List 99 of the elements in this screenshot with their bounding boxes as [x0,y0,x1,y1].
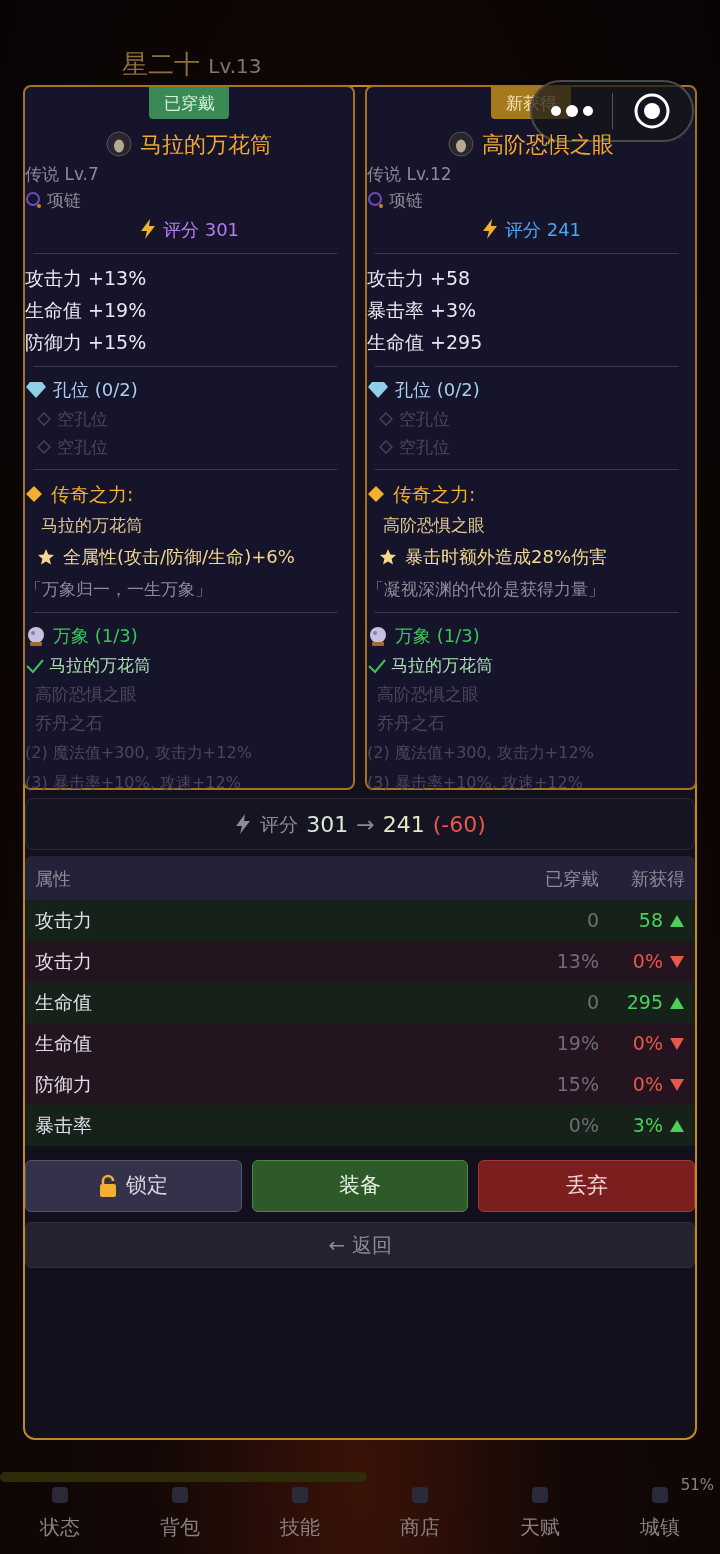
new-score: 241 [382,810,425,839]
necklace-icon [25,191,43,209]
item-name: 马拉的万花筒 [140,130,272,159]
close-target-icon[interactable] [633,92,672,130]
crystal-ball-icon [367,625,389,647]
legend-effect: 全属性(攻击/防御/生命)+6% [63,545,295,569]
sockets-title: 孔位 (0/2) [395,378,480,402]
table-cell-text: 0% [632,949,663,975]
nav-tab[interactable]: 商店 [370,1484,470,1554]
diamond-outline-icon [37,412,51,426]
table-cell-text: 0% [632,1072,663,1098]
diamond-outline-icon [37,440,51,454]
stat-line: 防御力 +15% [25,330,148,355]
pendant-icon [448,131,474,157]
star-icon [379,548,397,566]
diamond-outline-icon [379,412,393,426]
status-badge: 已穿戴 [149,87,229,119]
table-cell-text: 0% [632,1031,663,1057]
up-triangle-icon [669,995,685,1010]
item-score: 评分 241 [504,217,582,242]
page-title: 星二十 Lv.13 [122,48,262,81]
rarity-level: 传说 Lv.7 [25,163,100,186]
tab-icon [169,1484,191,1506]
old-score: 301 [306,810,349,839]
discard-button[interactable]: 丢弃 [478,1160,695,1212]
diamond-outline-icon [379,440,393,454]
score-diff: (-60) [432,810,486,839]
rarity-level: 传说 Lv.12 [367,163,453,186]
sockets-title: 孔位 (0/2) [53,378,138,402]
lightning-icon [234,813,253,835]
table-cell-text: 3% [632,1113,663,1139]
table-cell-text: 生命值 [35,990,93,1016]
lightning-icon [138,218,157,240]
necklace-icon [367,191,385,209]
stat-line: 暴击率 +3% [367,298,478,323]
stat-line: 攻击力 +13% [25,266,148,291]
set-piece: 马拉的万花筒 [49,654,151,677]
star-icon [37,548,55,566]
nav-tab[interactable]: 技能 [250,1484,350,1554]
legend-effect: 暴击时额外造成28%伤害 [405,545,607,569]
table-cell-text: 攻击力 [35,949,93,975]
item-quote: 「凝视深渊的代价是获得力量」 [367,578,606,601]
item-name: 高阶恐惧之眼 [482,130,614,159]
item-score: 评分 301 [162,217,240,242]
table-cell-text: 防御力 [35,1072,93,1098]
diamond-icon [25,485,43,503]
pendant-icon [106,131,132,157]
up-triangle-icon [669,1118,685,1133]
arrow-text: → [356,810,375,839]
table-cell-text: 暴击率 [35,1113,93,1139]
nav-tab[interactable]: 状态 [10,1484,110,1554]
stat-line: 生命值 +295 [367,330,484,355]
set-title: 万象 (1/3) [395,624,480,648]
tab-icon [289,1484,311,1506]
legend-title: 传奇之力: [393,482,476,507]
legend-name: 马拉的万花筒 [40,514,144,537]
down-triangle-icon [669,954,685,969]
table-cell-text: 生命值 [35,1031,93,1057]
slot-label: 项链 [47,189,81,212]
item-quote: 「万象归一，一生万象」 [25,578,213,601]
padlock-icon [98,1174,119,1198]
table-cell-text: 295 [626,990,663,1016]
back-button[interactable]: ← 返回 [25,1222,695,1268]
table-cell-text: 0% [567,1113,599,1139]
xp-percent: 51% [680,1475,714,1496]
table-cell-text: 15% [555,1072,599,1098]
tab-icon [49,1484,71,1506]
tab-icon [529,1484,551,1506]
stat-line: 攻击力 +58 [367,266,472,291]
down-triangle-icon [669,1036,685,1051]
equip-button[interactable]: 装备 [251,1160,469,1212]
slot-label: 项链 [389,189,423,212]
column-header: 新获得 [630,866,685,891]
lock-button[interactable]: 锁定 [25,1160,242,1212]
set-title: 万象 (1/3) [53,624,138,648]
tab-icon [409,1484,431,1506]
table-cell-text: 19% [555,1031,599,1057]
table-cell-text: 0 [585,908,599,934]
column-header: 属性 [35,866,72,891]
table-cell-text: 0 [585,990,599,1016]
nav-tab[interactable]: 天赋 [490,1484,590,1554]
set-piece: 马拉的万花筒 [391,654,493,677]
column-header: 已穿戴 [544,866,599,891]
table-cell-text: 58 [638,908,663,934]
stat-line: 生命值 +19% [25,298,148,323]
legend-title: 传奇之力: [51,482,134,507]
gem-icon [367,381,389,399]
table-cell-text: 13% [555,949,599,975]
legend-name: 高阶恐惧之眼 [382,514,486,537]
lightning-icon [480,218,499,240]
table-cell-text: 攻击力 [35,908,93,934]
gem-icon [25,381,47,399]
tab-icon [649,1484,671,1506]
crystal-ball-icon [25,625,47,647]
diamond-icon [367,485,385,503]
nav-tab[interactable]: 背包 [130,1484,230,1554]
score-label: 评分 [260,811,299,837]
up-triangle-icon [669,913,685,928]
down-triangle-icon [669,1077,685,1092]
